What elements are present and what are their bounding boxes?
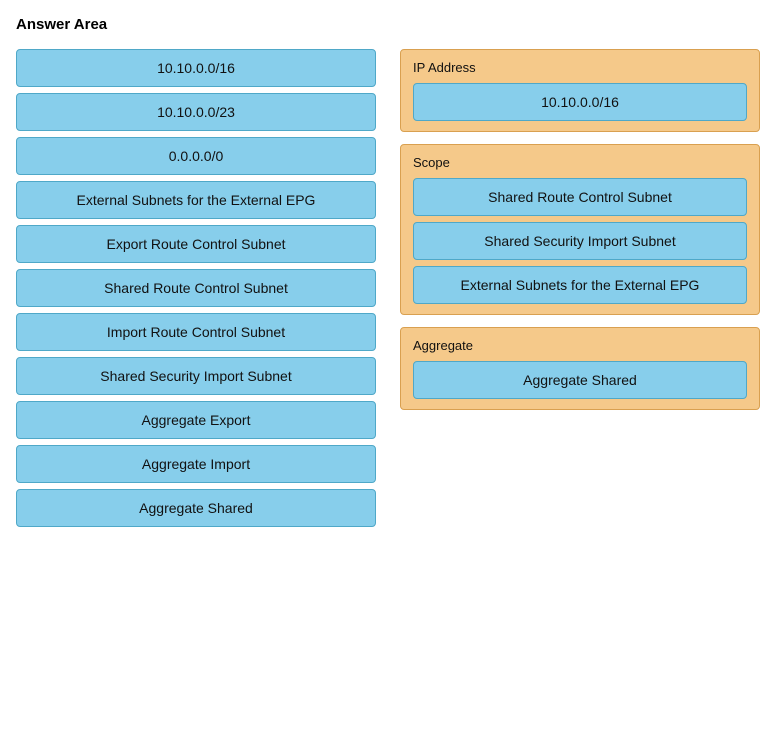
page-title: Answer Area	[16, 16, 764, 33]
section-section-aggregate: Aggregate Aggregate Shared	[400, 327, 760, 410]
section-items-section-ip: 10.10.0.0/16	[413, 83, 747, 121]
left-item-left-2[interactable]: 10.10.0.0/23	[16, 93, 376, 131]
section-section-ip: IP Address 10.10.0.0/16	[400, 49, 760, 132]
right-item-scope-2[interactable]: Shared Security Import Subnet	[413, 222, 747, 260]
left-item-left-7[interactable]: Import Route Control Subnet	[16, 313, 376, 351]
left-item-left-8[interactable]: Shared Security Import Subnet	[16, 357, 376, 395]
section-section-scope: Scope Shared Route Control Subnet Shared S…	[400, 144, 760, 315]
left-item-left-5[interactable]: Export Route Control Subnet	[16, 225, 376, 263]
section-title-section-ip: IP Address	[413, 60, 747, 75]
right-item-scope-3[interactable]: External Subnets for the External EPG	[413, 266, 747, 304]
right-column: IP Address 10.10.0.0/16 Scope Shared Route …	[400, 49, 760, 410]
right-item-scope-1[interactable]: Shared Route Control Subnet	[413, 178, 747, 216]
right-item-agg-1[interactable]: Aggregate Shared	[413, 361, 747, 399]
answer-area-layout: 10.10.0.0/16 10.10.0.0/23 0.0.0.0/0 Externa…	[16, 49, 764, 527]
right-item-ip-1[interactable]: 10.10.0.0/16	[413, 83, 747, 121]
left-item-left-9[interactable]: Aggregate Export	[16, 401, 376, 439]
left-item-left-3[interactable]: 0.0.0.0/0	[16, 137, 376, 175]
left-item-left-6[interactable]: Shared Route Control Subnet	[16, 269, 376, 307]
left-item-left-11[interactable]: Aggregate Shared	[16, 489, 376, 527]
left-column: 10.10.0.0/16 10.10.0.0/23 0.0.0.0/0 Externa…	[16, 49, 376, 527]
left-item-left-4[interactable]: External Subnets for the External EPG	[16, 181, 376, 219]
section-items-section-aggregate: Aggregate Shared	[413, 361, 747, 399]
section-title-section-scope: Scope	[413, 155, 747, 170]
left-item-left-1[interactable]: 10.10.0.0/16	[16, 49, 376, 87]
left-item-left-10[interactable]: Aggregate Import	[16, 445, 376, 483]
section-items-section-scope: Shared Route Control Subnet Shared Securi…	[413, 178, 747, 304]
section-title-section-aggregate: Aggregate	[413, 338, 747, 353]
